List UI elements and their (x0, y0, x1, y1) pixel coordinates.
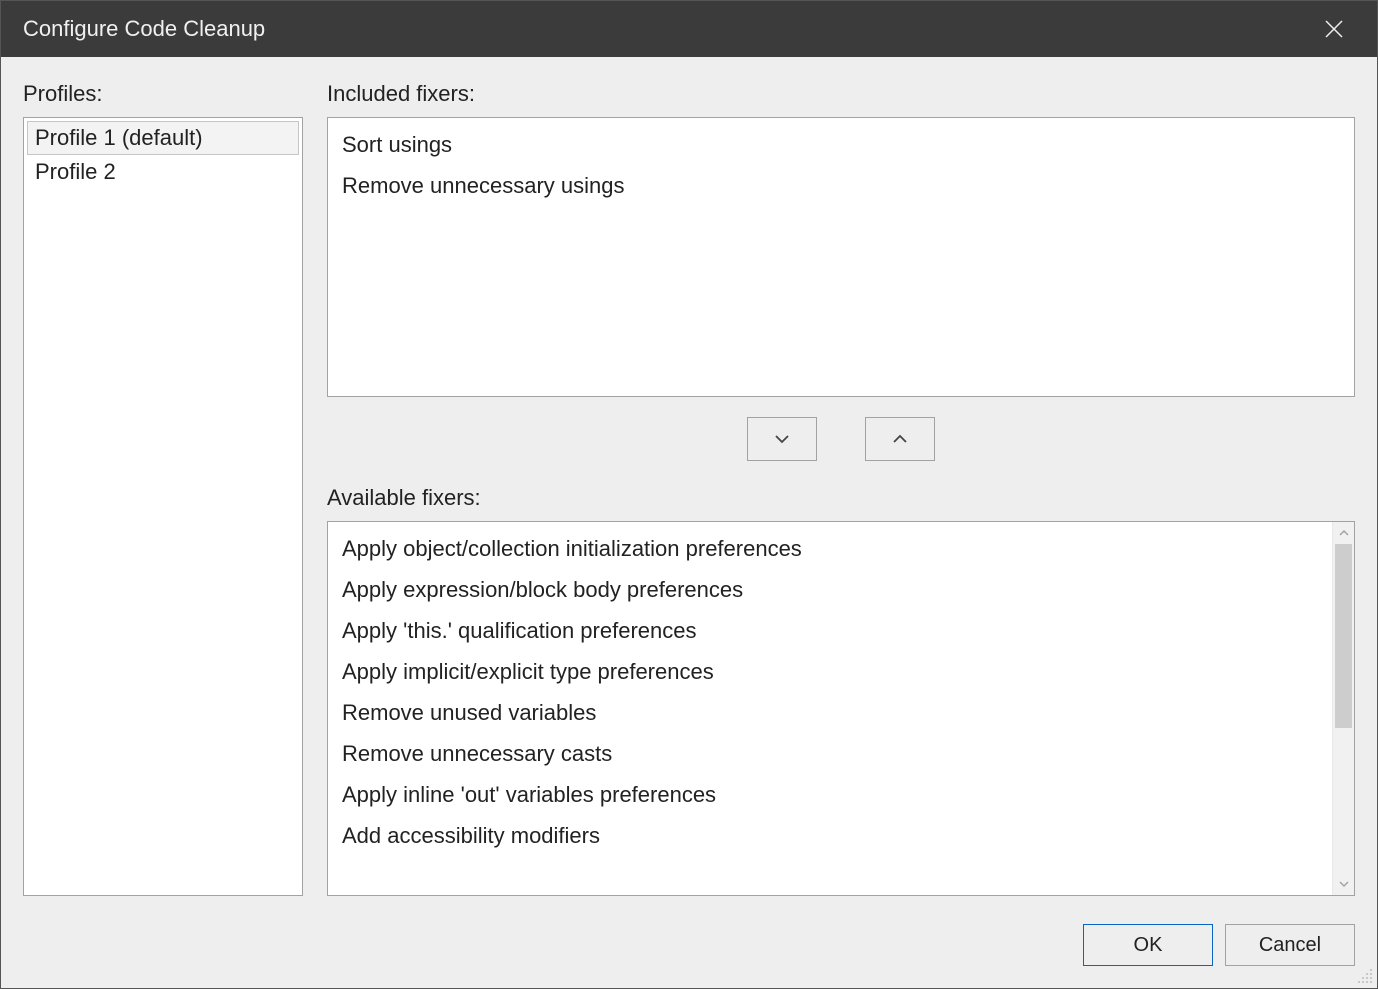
profile-item[interactable]: Profile 1 (default) (27, 121, 299, 155)
list-item[interactable]: Remove unnecessary usings (328, 165, 1354, 206)
close-button[interactable] (1311, 1, 1357, 57)
ok-button[interactable]: OK (1083, 924, 1213, 966)
profiles-list[interactable]: Profile 1 (default) Profile 2 (23, 117, 303, 896)
dialog-title: Configure Code Cleanup (23, 16, 1311, 42)
scroll-down-arrow[interactable] (1333, 873, 1354, 895)
available-fixers-content: Apply object/collection initialization p… (328, 528, 1330, 856)
list-item[interactable]: Apply expression/block body preferences (328, 569, 1330, 610)
chevron-up-icon (892, 434, 908, 444)
included-fixers-label: Included fixers: (327, 81, 1355, 107)
list-item[interactable]: Sort usings (328, 124, 1354, 165)
profiles-column: Profiles: Profile 1 (default) Profile 2 (23, 81, 303, 896)
dialog-footer: OK Cancel (1, 906, 1377, 988)
list-item[interactable]: Add accessibility modifiers (328, 815, 1330, 856)
list-item[interactable]: Remove unused variables (328, 692, 1330, 733)
list-item[interactable]: Apply implicit/explicit type preferences (328, 651, 1330, 692)
chevron-down-icon (774, 434, 790, 444)
profiles-label: Profiles: (23, 81, 303, 107)
move-down-button[interactable] (747, 417, 817, 461)
list-item[interactable]: Remove unnecessary casts (328, 733, 1330, 774)
chevron-down-icon (1339, 880, 1349, 888)
titlebar: Configure Code Cleanup (1, 1, 1377, 57)
fixers-column: Included fixers: Sort usings Remove unne… (327, 81, 1355, 896)
move-up-button[interactable] (865, 417, 935, 461)
close-icon (1325, 20, 1343, 38)
configure-code-cleanup-dialog: Configure Code Cleanup Profiles: Profile… (0, 0, 1378, 989)
available-fixers-label: Available fixers: (327, 485, 1355, 511)
resize-grip-icon[interactable] (1356, 967, 1374, 985)
included-fixers-list[interactable]: Sort usings Remove unnecessary usings (327, 117, 1355, 397)
scrollbar[interactable] (1332, 522, 1354, 895)
cancel-button[interactable]: Cancel (1225, 924, 1355, 966)
list-item[interactable]: Apply inline 'out' variables preferences (328, 774, 1330, 815)
profile-item[interactable]: Profile 2 (27, 155, 299, 189)
dialog-content: Profiles: Profile 1 (default) Profile 2 … (1, 57, 1377, 906)
scroll-up-arrow[interactable] (1333, 522, 1354, 544)
available-fixers-list[interactable]: Apply object/collection initialization p… (327, 521, 1355, 896)
scroll-track[interactable] (1333, 544, 1354, 873)
move-buttons-row (327, 397, 1355, 485)
list-item[interactable]: Apply 'this.' qualification preferences (328, 610, 1330, 651)
chevron-up-icon (1339, 529, 1349, 537)
list-item[interactable]: Apply object/collection initialization p… (328, 528, 1330, 569)
scroll-thumb[interactable] (1335, 544, 1352, 728)
